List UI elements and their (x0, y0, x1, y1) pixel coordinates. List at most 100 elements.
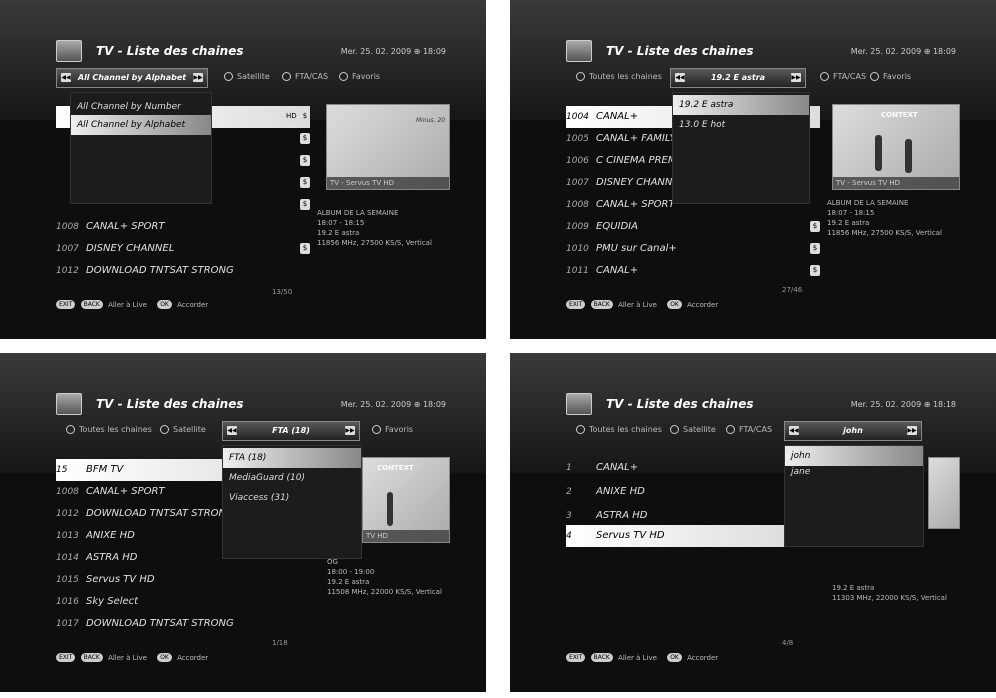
tab-label: Satellite (173, 425, 206, 434)
back-button[interactable]: BACK (590, 653, 613, 662)
page-counter: 13/50 (272, 288, 293, 296)
channel-row[interactable]: 1010 PMU sur Canal+ $ (566, 238, 820, 260)
radio-icon (576, 72, 585, 81)
ok-button[interactable]: OK (157, 300, 172, 309)
arrow-right-icon[interactable]: ▶▶ (345, 426, 355, 435)
tab-favoris[interactable]: Favoris (339, 68, 380, 86)
footer-live-label: Aller à Live (618, 300, 657, 309)
channel-name: C CINEMA PREM (596, 155, 677, 166)
channel-name: Sky Select (86, 596, 139, 607)
dropdown-item[interactable]: Viaccess (31) (223, 488, 361, 508)
channel-number: 1004 (566, 112, 589, 122)
channel-number: 1007 (56, 244, 79, 254)
channel-name: DISNEY CHANNE (596, 177, 679, 188)
exit-button[interactable]: EXIT (56, 653, 76, 662)
program-info: 19.2 E astra 11303 MHz, 22000 KS/S, Vert… (832, 584, 947, 602)
screen-favoris: TV - Liste des chaines Mer. 25. 02. 2009… (510, 353, 996, 692)
arrow-right-icon[interactable]: ▶▶ (907, 426, 917, 435)
arrow-left-icon[interactable]: ◀◀ (675, 73, 685, 82)
footer-live-label: Aller à Live (108, 653, 147, 662)
channel-number: 2 (566, 487, 572, 497)
tv-icon (566, 393, 592, 415)
back-button[interactable]: BACK (80, 300, 103, 309)
channel-number: 1012 (56, 509, 79, 519)
tab-favoris[interactable]: Favoris (372, 421, 413, 439)
tab-all-channels[interactable]: Toutes les chaines (576, 421, 662, 439)
tab-label: Satellite (683, 425, 716, 434)
radio-icon (870, 72, 879, 81)
arrow-left-icon[interactable]: ◀◀ (227, 426, 237, 435)
channel-name: DISNEY CHANNEL (86, 243, 175, 254)
preview-caption: TV - Servus TV HD (327, 177, 449, 189)
page-counter: 27/46 (782, 286, 803, 294)
sort-dropdown: All Channel by Number All Channel by Alp… (70, 92, 212, 204)
dropdown-item[interactable]: MediaGuard (10) (223, 468, 361, 488)
channel-row[interactable]: 1011 CANAL+ $ (566, 260, 820, 282)
back-button[interactable]: BACK (80, 653, 103, 662)
channel-row[interactable]: 1 CANAL+ (566, 457, 820, 479)
dropdown-item[interactable]: jane (785, 462, 923, 482)
dropdown-item-selected[interactable]: 19.2 E astra (673, 95, 809, 115)
channel-row[interactable]: 1015 Servus TV HD (56, 569, 310, 591)
page-title: TV - Liste des chaines (606, 44, 754, 58)
channel-row[interactable]: 1012 DOWNLOAD TNTSAT STRONG (56, 260, 310, 282)
screen-all-by-alphabet: TV - Liste des chaines Mer. 25. 02. 2009… (0, 0, 486, 339)
channel-row[interactable]: 1016 Sky Select (56, 591, 310, 613)
date-time: Mer. 25. 02. 2009 ⊕ 18:09 (340, 47, 446, 56)
favorite-selector[interactable]: ◀◀ john ▶▶ (784, 421, 922, 441)
sort-selector-label: All Channel by Alphabet (77, 73, 187, 82)
sort-selector[interactable]: ◀◀ All Channel by Alphabet ▶▶ (56, 68, 208, 88)
date-time: Mer. 25. 02. 2009 ⊕ 18:09 (850, 47, 956, 56)
video-preview: CONTEXT TV HD (362, 457, 450, 543)
channel-row[interactable]: 1009 EQUIDIA $ (566, 216, 820, 238)
filter-tabs: Toutes les chaines Satellite FTA/CAS ◀◀ … (566, 421, 956, 441)
tab-all-channels[interactable]: Toutes les chaines (576, 68, 662, 86)
channel-number: 1009 (566, 222, 589, 232)
arrow-left-icon[interactable]: ◀◀ (61, 73, 71, 82)
tab-fta-cas[interactable]: FTA/CAS (282, 68, 328, 86)
tab-label: FTA/CAS (295, 72, 329, 81)
fta-selector[interactable]: ◀◀ FTA (18) ▶▶ (222, 421, 360, 441)
ok-button[interactable]: OK (667, 653, 682, 662)
exit-button[interactable]: EXIT (566, 300, 586, 309)
channel-row-highlight[interactable]: 4 Servus TV HD (566, 525, 792, 547)
channel-row[interactable]: 1008 CANAL+ SPORT (56, 216, 310, 238)
exit-button[interactable]: EXIT (56, 300, 76, 309)
tab-all-channels[interactable]: Toutes les chaines (66, 421, 152, 439)
dropdown-item[interactable]: 13.0 E hot (673, 115, 809, 135)
filter-tabs: Toutes les chaines Satellite ◀◀ FTA (18)… (56, 421, 446, 441)
footer-bar: EXIT BACK Aller à Live OK Accorder (56, 653, 216, 662)
date-time: Mer. 25. 02. 2009 ⊕ 18:09 (340, 400, 446, 409)
footer-tune-label: Accorder (177, 653, 209, 662)
channel-row[interactable]: 2 ANIXE HD (566, 481, 820, 503)
channel-number: 15 (56, 465, 68, 475)
satellite-selector[interactable]: ◀◀ 19.2 E astra ▶▶ (670, 68, 806, 88)
tab-favoris[interactable]: Favoris (870, 68, 911, 86)
exit-button[interactable]: EXIT (566, 653, 586, 662)
hd-badge-icon: HD (286, 111, 297, 122)
arrow-right-icon[interactable]: ▶▶ (791, 73, 801, 82)
channel-row[interactable]: 3 ASTRA HD (566, 505, 820, 527)
tab-satellite[interactable]: Satellite (224, 68, 270, 86)
s-badge-icon: $ (810, 243, 820, 254)
tab-satellite[interactable]: Satellite (160, 421, 206, 439)
back-button[interactable]: BACK (590, 300, 613, 309)
ok-button[interactable]: OK (667, 300, 682, 309)
dropdown-item-selected[interactable]: FTA (18) (223, 448, 361, 468)
arrow-left-icon[interactable]: ◀◀ (789, 426, 799, 435)
ok-button[interactable]: OK (157, 653, 172, 662)
channel-row[interactable]: 1017 DOWNLOAD TNTSAT STRONG (56, 613, 310, 635)
s-badge-icon: $ (300, 199, 310, 210)
tab-fta-cas[interactable]: FTA/CAS (820, 68, 866, 86)
tab-satellite[interactable]: Satellite (670, 421, 716, 439)
s-badge-icon: $ (300, 133, 310, 144)
dropdown-item[interactable]: All Channel by Number (71, 97, 211, 117)
tab-label: Favoris (385, 425, 414, 434)
dropdown-item-selected[interactable]: All Channel by Alphabet (71, 115, 211, 135)
channel-row[interactable]: 1007 DISNEY CHANNEL $ (56, 238, 310, 260)
channel-name: EQUIDIA (596, 221, 638, 232)
arrow-right-icon[interactable]: ▶▶ (193, 73, 203, 82)
tab-fta-cas[interactable]: FTA/CAS (726, 421, 772, 439)
preview-caption: TV - Servus TV HD (833, 177, 959, 189)
s-badge-icon: $ (300, 177, 310, 188)
